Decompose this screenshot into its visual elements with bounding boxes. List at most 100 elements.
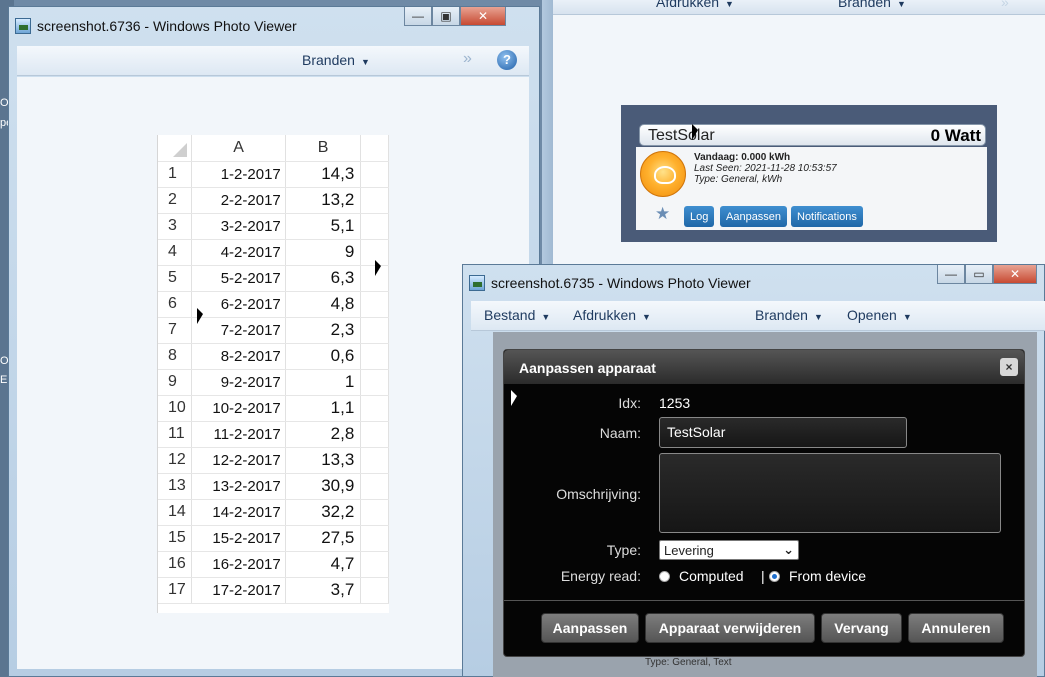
- maximize-button[interactable]: ▣: [432, 7, 460, 26]
- row-number: 10: [158, 395, 193, 422]
- cell-date: 2-2-2017: [191, 187, 286, 214]
- mouse-cursor-icon: [692, 124, 698, 140]
- more-chevron-icon[interactable]: »: [463, 50, 472, 68]
- cell-empty: [360, 317, 389, 344]
- type-select[interactable]: Levering ⌄: [659, 540, 799, 560]
- cell-value: 6,3: [285, 265, 362, 292]
- table-row: 2 2-2-2017 13,2: [158, 187, 389, 214]
- cell-date: 14-2-2017: [191, 499, 286, 526]
- column-header-b: B: [285, 135, 362, 162]
- desktop-text: E: [0, 374, 8, 386]
- close-button[interactable]: ✕: [460, 7, 506, 26]
- table-row: 17 17-2-2017 3,7: [158, 577, 389, 604]
- burn-menu[interactable]: Branden ▼: [302, 52, 370, 68]
- help-icon[interactable]: ?: [497, 50, 517, 70]
- chevron-down-icon: ▼: [541, 312, 551, 322]
- cell-date: 9-2-2017: [191, 369, 286, 396]
- cell-date: 12-2-2017: [191, 447, 286, 474]
- cell-empty: [360, 551, 389, 578]
- print-menu[interactable]: Afdrukken ▼: [573, 307, 651, 323]
- type-select-value: Levering: [664, 542, 714, 558]
- print-menu[interactable]: Afdrukken ▼: [656, 0, 734, 10]
- row-number: 13: [158, 473, 193, 500]
- open-menu-label: Openen: [847, 307, 897, 323]
- cell-date: 10-2-2017: [191, 395, 286, 422]
- cell-empty: [360, 395, 389, 422]
- file-menu[interactable]: Bestand ▼: [484, 307, 550, 323]
- chevron-down-icon: ▼: [725, 0, 734, 9]
- cell-date: 16-2-2017: [191, 551, 286, 578]
- name-label: Naam:: [599, 425, 641, 441]
- cell-value: 5,1: [285, 213, 362, 240]
- cancel-button[interactable]: Annuleren: [908, 613, 1004, 643]
- radio-computed-label: Computed: [679, 568, 744, 584]
- open-menu[interactable]: Openen ▼: [847, 307, 912, 323]
- cell-empty: [360, 291, 389, 318]
- column-header-a: A: [191, 135, 286, 162]
- cell-empty: [360, 369, 389, 396]
- type-label: Type:: [606, 542, 641, 558]
- idx-label: Idx:: [618, 395, 641, 411]
- table-row: 1 1-2-2017 14,3: [158, 161, 389, 188]
- cell-date: 11-2-2017: [191, 421, 286, 448]
- cell-value: 3,7: [285, 577, 362, 604]
- file-menu-label: Bestand: [484, 307, 536, 323]
- cell-value: 13,2: [285, 187, 362, 214]
- save-button[interactable]: Aanpassen: [541, 613, 639, 643]
- cell-date: 8-2-2017: [191, 343, 286, 370]
- cell-date: 7-2-2017: [191, 317, 286, 344]
- replace-button[interactable]: Vervang: [821, 613, 902, 643]
- chevron-down-icon: ▼: [813, 312, 823, 322]
- cell-value: 1: [285, 369, 362, 396]
- row-number: 9: [158, 369, 193, 396]
- cell-empty: [360, 213, 389, 240]
- cell-date: 17-2-2017: [191, 577, 286, 604]
- name-input[interactable]: TestSolar: [659, 417, 907, 448]
- cell-value: 9: [285, 239, 362, 266]
- edit-button[interactable]: Aanpassen: [720, 206, 788, 227]
- radio-icon: [659, 570, 670, 582]
- row-number: 12: [158, 447, 193, 474]
- burn-menu[interactable]: Branden ▼: [838, 0, 906, 10]
- radio-from-device[interactable]: From device: [769, 568, 866, 584]
- notifications-button[interactable]: Notifications: [791, 206, 863, 227]
- log-button[interactable]: Log: [684, 206, 715, 227]
- row-number: 17: [158, 577, 193, 604]
- delete-device-button[interactable]: Apparaat verwijderen: [645, 613, 815, 643]
- window-title: screenshot.6735 - Windows Photo Viewer: [491, 275, 751, 291]
- minimize-button[interactable]: —: [404, 7, 432, 26]
- background-type-text: Type: General, Text: [645, 657, 732, 668]
- row-number: 16: [158, 551, 193, 578]
- device-last-seen: Last Seen: 2021-11-28 10:53:57: [694, 163, 837, 174]
- favorite-star-icon[interactable]: ★: [655, 204, 670, 224]
- row-number: 1: [158, 161, 193, 188]
- cell-empty: [360, 421, 389, 448]
- table-row: 9 9-2-2017 1: [158, 369, 389, 396]
- energy-read-label: Energy read:: [560, 568, 641, 584]
- more-chevron-icon[interactable]: »: [1001, 0, 1009, 10]
- print-menu-label: Afdrukken: [573, 307, 637, 323]
- table-row: 11 11-2-2017 2,8: [158, 421, 389, 448]
- cell-value: 0,6: [285, 343, 362, 370]
- chevron-down-icon: ⌄: [783, 542, 794, 557]
- minimize-button[interactable]: —: [937, 265, 965, 284]
- edit-device-dialog: Aanpassen apparaat × Idx: 1253 Naam: Tes…: [503, 349, 1025, 657]
- dialog-header[interactable]: Aanpassen apparaat ×: [504, 350, 1024, 384]
- photo-viewer-icon: [15, 18, 31, 34]
- close-button[interactable]: ✕: [993, 265, 1037, 284]
- description-label: Omschrijving:: [556, 486, 641, 502]
- row-number: 15: [158, 525, 193, 552]
- device-power: 0 Watt: [930, 126, 981, 145]
- table-row: 12 12-2-2017 13,3: [158, 447, 389, 474]
- cell-date: 15-2-2017: [191, 525, 286, 552]
- maximize-button[interactable]: ▭: [965, 265, 993, 284]
- radio-computed[interactable]: Computed: [659, 568, 744, 584]
- cell-value: 14,3: [285, 161, 362, 188]
- cell-value: 4,8: [285, 291, 362, 318]
- table-row: 14 14-2-2017 32,2: [158, 499, 389, 526]
- row-number: 5: [158, 265, 193, 292]
- cell-value: 13,3: [285, 447, 362, 474]
- burn-menu[interactable]: Branden ▼: [755, 307, 823, 323]
- description-textarea[interactable]: [659, 453, 1001, 533]
- close-icon[interactable]: ×: [1000, 358, 1018, 376]
